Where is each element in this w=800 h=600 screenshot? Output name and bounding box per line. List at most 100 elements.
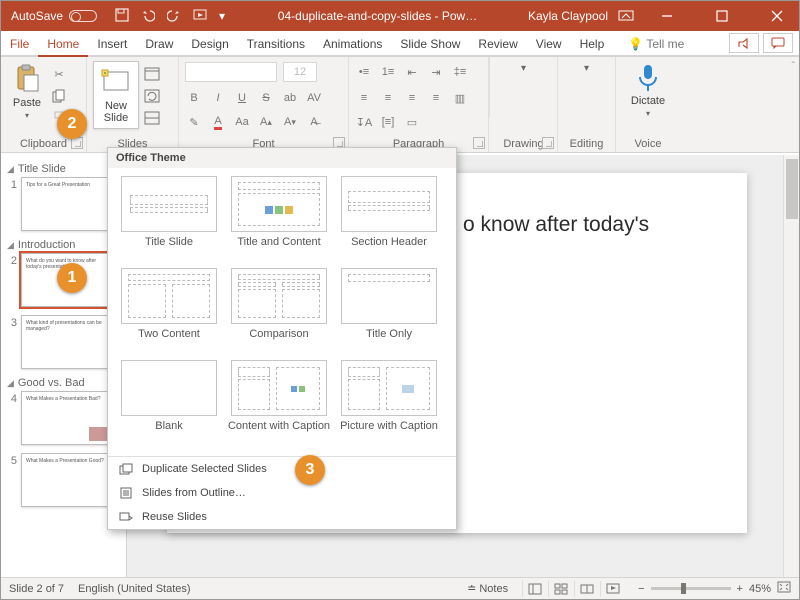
font-size-box[interactable]: 12 <box>283 62 317 82</box>
save-icon[interactable] <box>115 8 129 25</box>
columns-icon[interactable]: ▥ <box>451 89 469 107</box>
reuse-slides[interactable]: Reuse Slides <box>108 505 456 529</box>
zoom-slider[interactable] <box>651 587 731 590</box>
quick-access-toolbar: ▾ <box>107 8 233 25</box>
tab-file[interactable]: File <box>1 33 38 55</box>
drawing-launcher-icon[interactable] <box>542 137 554 149</box>
reset-icon[interactable] <box>143 87 161 105</box>
maximize-button[interactable] <box>699 1 744 31</box>
tab-home[interactable]: Home <box>38 33 88 57</box>
section-introduction[interactable]: ◢Introduction <box>7 239 120 251</box>
qat-customize-icon[interactable]: ▾ <box>219 9 225 23</box>
bullets-icon[interactable]: •≡ <box>355 63 373 81</box>
font-size-value: 12 <box>294 66 306 78</box>
user-name[interactable]: Kayla Claypool <box>528 9 608 23</box>
strike-icon[interactable]: S <box>257 89 275 107</box>
layout-section-header[interactable]: Section Header <box>334 176 444 260</box>
comments-button[interactable] <box>763 33 793 53</box>
align-text-icon[interactable]: [≡] <box>379 113 397 131</box>
layout-comparison[interactable]: Comparison <box>224 268 334 352</box>
share-button[interactable] <box>729 33 759 53</box>
undo-icon[interactable] <box>141 8 155 25</box>
numbering-icon[interactable]: 1≡ <box>379 63 397 81</box>
dictate-button[interactable]: Dictate ▾ <box>622 61 674 120</box>
section-good-vs-bad[interactable]: ◢Good vs. Bad <box>7 377 120 389</box>
tab-draw[interactable]: Draw <box>136 33 182 55</box>
editing-button[interactable]: ▾ <box>564 61 609 76</box>
copy-icon[interactable] <box>50 87 68 105</box>
tab-view[interactable]: View <box>527 33 571 55</box>
layout-icon[interactable] <box>143 65 161 83</box>
paste-button[interactable]: Paste ▾ <box>7 61 47 127</box>
grow-font-icon[interactable]: A▴ <box>257 113 275 131</box>
paragraph-launcher-icon[interactable] <box>473 137 485 149</box>
bold-icon[interactable]: B <box>185 89 203 107</box>
notes-button[interactable]: ≐ Notes <box>467 582 508 595</box>
autosave-control[interactable]: AutoSave <box>1 9 107 23</box>
underline-icon[interactable]: U <box>233 89 251 107</box>
change-case-icon[interactable]: Aa <box>233 113 251 131</box>
tab-insert[interactable]: Insert <box>88 33 136 55</box>
indent-left-icon[interactable]: ⇤ <box>403 63 421 81</box>
layout-content-caption[interactable]: Content with Caption <box>224 360 334 444</box>
italic-icon[interactable]: I <box>209 89 227 107</box>
start-from-beginning-icon[interactable] <box>193 8 207 25</box>
highlight-icon[interactable]: ✎ <box>185 113 203 131</box>
shadow-icon[interactable]: ab <box>281 89 299 107</box>
fit-to-window-icon[interactable] <box>777 581 791 596</box>
layout-title-content[interactable]: Title and Content <box>224 176 334 260</box>
indent-right-icon[interactable]: ⇥ <box>427 63 445 81</box>
line-spacing-icon[interactable]: ‡≡ <box>451 63 469 81</box>
slide-thumb-5[interactable]: What Makes a Presentation Good? <box>21 453 113 507</box>
minimize-button[interactable] <box>644 1 689 31</box>
layout-blank[interactable]: Blank <box>114 360 224 444</box>
layout-picture-caption[interactable]: Picture with Caption <box>334 360 444 444</box>
new-slide-button[interactable]: New Slide <box>93 61 139 129</box>
slide-thumb-4[interactable]: What Makes a Presentation Bad? <box>21 391 113 445</box>
slide-thumb-1[interactable]: Tips for a Great Presentation <box>21 177 113 231</box>
tell-me[interactable]: 💡 Tell me <box>619 33 693 55</box>
spacing-icon[interactable]: AV <box>305 89 323 107</box>
zoom-out-icon[interactable]: − <box>638 583 644 595</box>
normal-view-icon[interactable] <box>522 581 546 597</box>
layout-title-slide[interactable]: Title Slide <box>114 176 224 260</box>
slide-indicator[interactable]: Slide 2 of 7 <box>9 583 64 595</box>
sorter-view-icon[interactable] <box>548 581 572 597</box>
duplicate-selected-slides[interactable]: Duplicate Selected Slides <box>108 457 456 481</box>
text-direction-icon[interactable]: ↧A <box>355 113 373 131</box>
zoom-value[interactable]: 45% <box>749 583 771 595</box>
clear-format-icon[interactable]: A̶ <box>305 113 323 131</box>
tab-help[interactable]: Help <box>571 33 614 55</box>
slides-from-outline[interactable]: Slides from Outline… <box>108 481 456 505</box>
language-indicator[interactable]: English (United States) <box>78 583 191 595</box>
autosave-toggle-icon[interactable] <box>69 10 97 22</box>
layout-two-content[interactable]: Two Content <box>114 268 224 352</box>
align-center-icon[interactable]: ≡ <box>379 89 397 107</box>
slideshow-view-icon[interactable] <box>600 581 624 597</box>
shrink-font-icon[interactable]: A▾ <box>281 113 299 131</box>
redo-icon[interactable] <box>167 8 181 25</box>
justify-icon[interactable]: ≡ <box>427 89 445 107</box>
drawing-button[interactable]: ▾ <box>496 61 551 76</box>
smartart-icon[interactable]: ▭ <box>403 113 421 131</box>
tab-review[interactable]: Review <box>469 33 526 55</box>
section-icon[interactable] <box>143 109 161 127</box>
vertical-scrollbar[interactable] <box>783 155 799 577</box>
cut-icon[interactable]: ✂ <box>50 65 68 83</box>
slide-thumb-3[interactable]: What kind of presentations can be manage… <box>21 315 113 369</box>
tab-slideshow[interactable]: Slide Show <box>391 33 469 55</box>
tab-animations[interactable]: Animations <box>314 33 391 55</box>
align-right-icon[interactable]: ≡ <box>403 89 421 107</box>
tab-design[interactable]: Design <box>182 33 237 55</box>
layout-title-only[interactable]: Title Only <box>334 268 444 352</box>
reading-view-icon[interactable] <box>574 581 598 597</box>
zoom-in-icon[interactable]: + <box>737 583 743 595</box>
font-color-icon[interactable]: A <box>209 113 227 131</box>
ribbon-options-icon[interactable] <box>618 8 634 25</box>
align-left-icon[interactable]: ≡ <box>355 89 373 107</box>
layout-label: Comparison <box>249 328 308 352</box>
tab-transitions[interactable]: Transitions <box>238 33 314 55</box>
collapse-ribbon-icon[interactable]: ˆ <box>792 61 795 72</box>
close-button[interactable] <box>754 1 799 31</box>
section-title-slide[interactable]: ◢Title Slide <box>7 163 120 175</box>
